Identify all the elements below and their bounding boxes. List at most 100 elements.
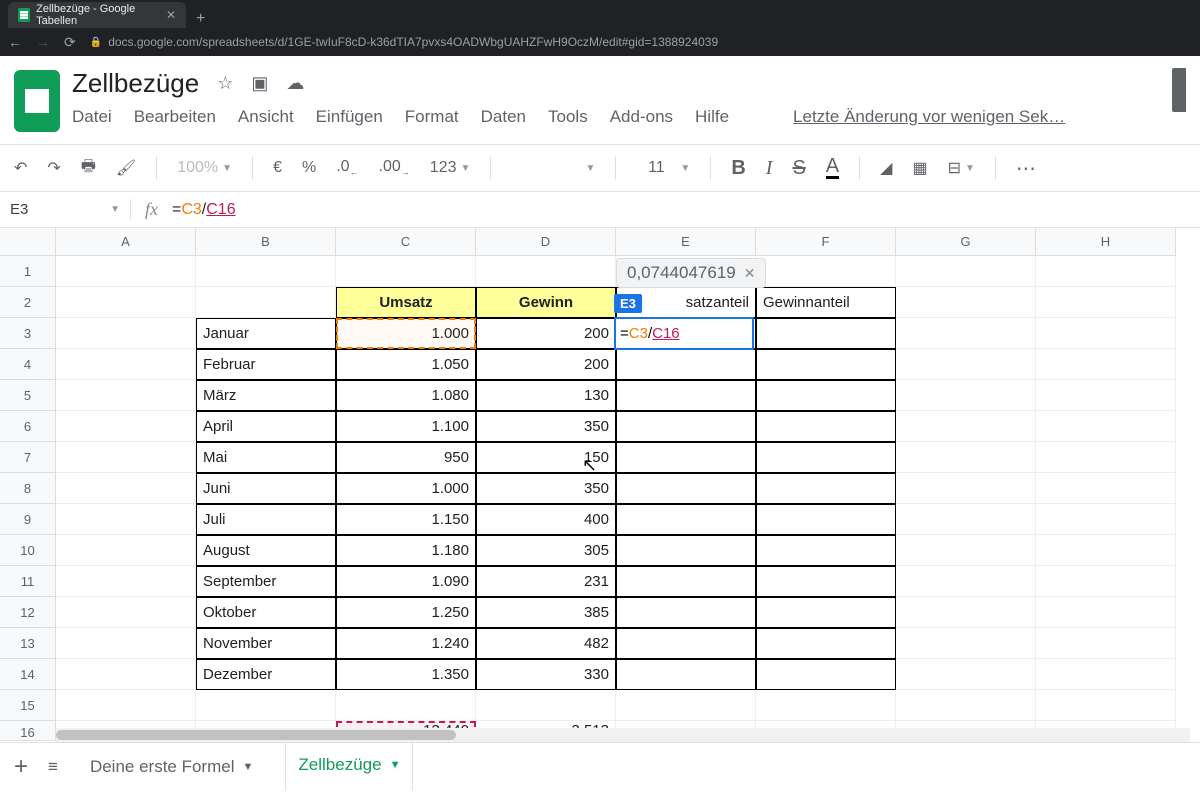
cell-B15[interactable] [196, 690, 336, 721]
row-header-1[interactable]: 1 [0, 256, 56, 287]
menu-daten[interactable]: Daten [481, 107, 526, 127]
cell-D3[interactable]: 200 [476, 318, 616, 349]
cell-G12[interactable] [896, 597, 1036, 628]
cell-A11[interactable] [56, 566, 196, 597]
cell-H10[interactable] [1036, 535, 1176, 566]
active-cell-editor[interactable]: =C3/C16 [614, 317, 754, 350]
all-sheets-icon[interactable]: ≡ [48, 757, 58, 777]
cell-B12[interactable]: Oktober [196, 597, 336, 628]
cell-E8[interactable] [616, 473, 756, 504]
cell-E12[interactable] [616, 597, 756, 628]
bold-button[interactable]: B [731, 157, 745, 180]
cell-D15[interactable] [476, 690, 616, 721]
cell-F13[interactable] [756, 628, 896, 659]
column-header-h[interactable]: H [1036, 228, 1176, 256]
cloud-status-icon[interactable]: ☁ [286, 73, 304, 94]
cell-B13[interactable]: November [196, 628, 336, 659]
column-header-e[interactable]: E [616, 228, 756, 256]
row-header-11[interactable]: 11 [0, 566, 56, 597]
row-header-3[interactable]: 3 [0, 318, 56, 349]
toolbar-overflow-icon[interactable]: ⋯ [1016, 156, 1038, 181]
cell-B1[interactable] [196, 256, 336, 287]
cell-B9[interactable]: Juli [196, 504, 336, 535]
cell-B2[interactable] [196, 287, 336, 318]
cell-D11[interactable]: 231 [476, 566, 616, 597]
cell-B8[interactable]: Juni [196, 473, 336, 504]
row-header-4[interactable]: 4 [0, 349, 56, 380]
name-box[interactable]: E3▼ [0, 201, 130, 218]
sheet-tab-deine-erste-formel[interactable]: Deine erste Formel▼ [78, 743, 265, 790]
cell-B6[interactable]: April [196, 411, 336, 442]
close-preview-icon[interactable]: ✕ [744, 265, 756, 282]
cell-F5[interactable] [756, 380, 896, 411]
cell-A5[interactable] [56, 380, 196, 411]
cell-F7[interactable] [756, 442, 896, 473]
column-header-c[interactable]: C [336, 228, 476, 256]
row-header-13[interactable]: 13 [0, 628, 56, 659]
cell-H5[interactable] [1036, 380, 1176, 411]
cell-D2[interactable]: Gewinn [476, 287, 616, 318]
row-header-12[interactable]: 12 [0, 597, 56, 628]
column-header-a[interactable]: A [56, 228, 196, 256]
cell-F12[interactable] [756, 597, 896, 628]
cell-C5[interactable]: 1.080 [336, 380, 476, 411]
row-header-7[interactable]: 7 [0, 442, 56, 473]
cell-F11[interactable] [756, 566, 896, 597]
close-tab-icon[interactable]: ✕ [166, 8, 176, 22]
menu-addons[interactable]: Add-ons [610, 107, 673, 127]
star-icon[interactable]: ☆ [217, 73, 233, 94]
browser-tab[interactable]: Zellbezüge - Google Tabellen ✕ [8, 2, 186, 28]
fill-color-icon[interactable]: ◢ [880, 158, 892, 178]
cell-G5[interactable] [896, 380, 1036, 411]
currency-format-icon[interactable]: € [273, 159, 282, 177]
zoom-select[interactable]: 100% ▼ [177, 159, 232, 177]
side-panel-toggle[interactable] [1172, 68, 1186, 112]
paint-format-icon[interactable]: 🖌 [116, 158, 136, 178]
menu-bearbeiten[interactable]: Bearbeiten [134, 107, 216, 127]
cell-F4[interactable] [756, 349, 896, 380]
cell-F3[interactable] [756, 318, 896, 349]
cell-D12[interactable]: 385 [476, 597, 616, 628]
cell-E15[interactable] [616, 690, 756, 721]
row-header-15[interactable]: 15 [0, 690, 56, 721]
new-tab-button[interactable]: + [186, 10, 215, 28]
font-select[interactable]: ▼ [511, 163, 595, 174]
cell-G3[interactable] [896, 318, 1036, 349]
row-header-16[interactable]: 16 [0, 721, 56, 741]
percent-format-icon[interactable]: % [302, 159, 316, 177]
cell-C9[interactable]: 1.150 [336, 504, 476, 535]
row-header-2[interactable]: 2 [0, 287, 56, 318]
cell-A1[interactable] [56, 256, 196, 287]
menu-tools[interactable]: Tools [548, 107, 588, 127]
cell-C14[interactable]: 1.350 [336, 659, 476, 690]
cell-G10[interactable] [896, 535, 1036, 566]
cell-D14[interactable]: 330 [476, 659, 616, 690]
cell-F8[interactable] [756, 473, 896, 504]
cell-E11[interactable] [616, 566, 756, 597]
cell-G8[interactable] [896, 473, 1036, 504]
cell-A12[interactable] [56, 597, 196, 628]
cell-E9[interactable] [616, 504, 756, 535]
row-header-5[interactable]: 5 [0, 380, 56, 411]
merge-cells-button[interactable]: ⊟▼ [948, 158, 975, 178]
menu-hilfe[interactable]: Hilfe [695, 107, 729, 127]
cell-G2[interactable] [896, 287, 1036, 318]
forward-icon[interactable]: → [36, 34, 50, 50]
cell-A2[interactable] [56, 287, 196, 318]
cell-G1[interactable] [896, 256, 1036, 287]
cell-B10[interactable]: August [196, 535, 336, 566]
cell-B4[interactable]: Februar [196, 349, 336, 380]
cell-G14[interactable] [896, 659, 1036, 690]
sheet-tab-zellbezuege[interactable]: Zellbezüge▼ [286, 743, 412, 790]
cell-H12[interactable] [1036, 597, 1176, 628]
increase-decimal-icon[interactable]: .00→ [379, 158, 410, 177]
cell-H6[interactable] [1036, 411, 1176, 442]
cell-H3[interactable] [1036, 318, 1176, 349]
cell-H13[interactable] [1036, 628, 1176, 659]
cell-C2[interactable]: Umsatz [336, 287, 476, 318]
strikethrough-button[interactable]: S [792, 157, 805, 180]
cell-D10[interactable]: 305 [476, 535, 616, 566]
cell-B11[interactable]: September [196, 566, 336, 597]
cell-A4[interactable] [56, 349, 196, 380]
address-bar[interactable]: 🔒 docs.google.com/spreadsheets/d/1GE-twI… [90, 35, 718, 49]
